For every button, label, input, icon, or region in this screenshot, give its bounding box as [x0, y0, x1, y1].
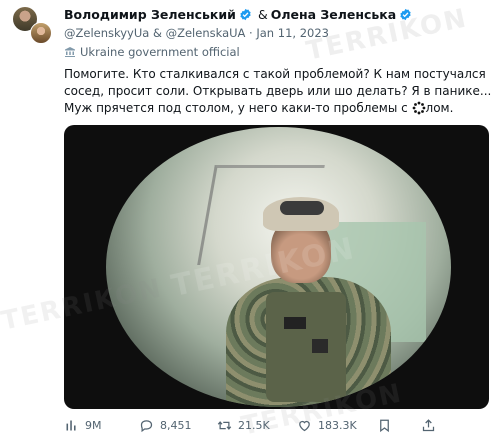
handles-and-date[interactable]: @ZelenskyyUa & @ZelenskaUA · Jan 11, 202…	[64, 26, 490, 40]
author1-name[interactable]: Володимир Зеленський	[64, 7, 236, 22]
bar-chart-icon	[66, 420, 76, 431]
tweet-actions-bar: 9M 8,451 21.5K 183.3K	[64, 418, 494, 433]
government-label-text: Ukraine government official	[80, 45, 240, 59]
reply-button[interactable]: 8,451	[139, 418, 217, 433]
peephole-view	[106, 127, 451, 407]
government-label: Ukraine government official	[64, 45, 490, 59]
tweet-media-image[interactable]	[64, 125, 489, 409]
avatar-zelenska[interactable]	[30, 22, 52, 44]
tweet-header: Володимир Зеленський & Олена Зеленська @…	[64, 7, 490, 59]
author2-name[interactable]: Олена Зеленська	[271, 7, 397, 22]
share-icon	[422, 419, 435, 432]
heart-icon	[299, 420, 310, 432]
repost-count: 21.5K	[238, 419, 270, 432]
vest-patch	[284, 317, 306, 329]
tweet-text-tail: лом.	[425, 101, 454, 115]
like-count: 183.3K	[318, 419, 357, 432]
reply-count: 8,451	[160, 419, 192, 432]
verified-badge-icon	[400, 8, 411, 21]
ampersand: &	[257, 7, 268, 22]
repost-button[interactable]: 21.5K	[217, 418, 297, 433]
soldier-vest	[266, 292, 346, 402]
government-building-icon	[65, 47, 75, 57]
verified-badge-icon	[240, 8, 251, 21]
loading-cursor-icon	[412, 101, 425, 115]
helmet-goggles	[280, 201, 324, 215]
tweet-text: Помогите. Кто сталкивался с такой пробле…	[64, 66, 494, 117]
author-names: Володимир Зеленський & Олена Зеленська	[64, 7, 490, 22]
repost-arrows-icon	[217, 421, 232, 430]
views-button[interactable]: 9M	[64, 418, 139, 433]
like-button[interactable]: 183.3K	[297, 418, 377, 433]
bookmark-icon	[380, 419, 389, 433]
views-count: 9M	[85, 419, 102, 432]
speech-bubble-icon	[140, 420, 153, 433]
share-button[interactable]	[421, 418, 441, 433]
bookmark-button[interactable]	[377, 418, 399, 433]
vest-device	[312, 339, 328, 353]
author-avatars[interactable]	[12, 6, 56, 46]
